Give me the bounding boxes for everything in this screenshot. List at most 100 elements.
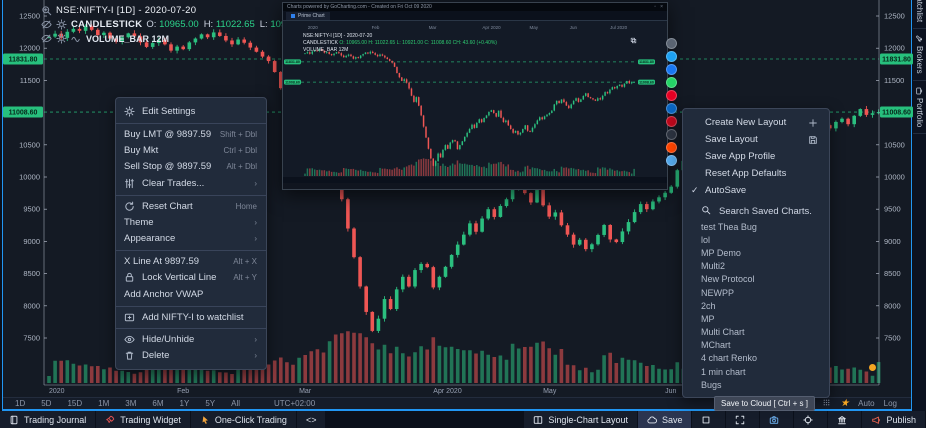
footer-toggle[interactable]: Log xyxy=(884,399,897,408)
indicator-settings-icon[interactable] xyxy=(56,19,67,30)
button-label: <> xyxy=(306,415,317,425)
bottom-bar-button[interactable]: Single-Chart Layout xyxy=(524,411,638,428)
popup-tab-prime-chart[interactable]: Prime Chart xyxy=(286,12,330,20)
context-menu-item[interactable]: Hide/Unhide › xyxy=(116,328,266,348)
bottom-bar-button[interactable]: Trading Widget xyxy=(96,411,191,428)
sidebar-tab-brokers[interactable]: Brokers xyxy=(913,29,926,81)
saved-chart-item[interactable]: 1 min chart xyxy=(683,365,829,378)
saved-chart-item[interactable]: MP Demo xyxy=(683,246,829,259)
context-menu-item[interactable]: Appearance › xyxy=(116,231,266,248)
wrench-icon xyxy=(915,35,924,43)
layout-menu-item[interactable]: Save App Profile xyxy=(683,148,829,165)
layout-menu-item[interactable]: Reset App Defaults xyxy=(683,165,829,182)
sidebar-tab-portfolio[interactable]: Portfolio xyxy=(913,81,926,134)
context-menu-item[interactable]: Sell Stop @ 9897.59 Alt + Dbl xyxy=(116,159,266,176)
timeframe-button[interactable]: All xyxy=(223,399,248,408)
saved-charts-search[interactable]: Search Saved Charts. xyxy=(683,202,829,220)
hide-volume-icon[interactable] xyxy=(41,33,52,44)
share-button-8[interactable] xyxy=(666,142,677,153)
saved-chart-item[interactable]: New Protocol xyxy=(683,273,829,286)
share-button-7[interactable] xyxy=(666,129,677,140)
menu-item-label: Lock Vertical Line xyxy=(142,272,233,283)
timeframe-button[interactable]: 3M xyxy=(117,399,144,408)
bottom-bar-button[interactable]: Publish xyxy=(862,411,926,428)
footer-toggle[interactable]: Auto xyxy=(858,399,874,408)
svg-text:8000: 8000 xyxy=(884,301,901,310)
svg-text:Apr 2020: Apr 2020 xyxy=(433,388,462,395)
timeframe-button[interactable]: 15D xyxy=(59,399,90,408)
popup-ohlc: O: 10965.00 H: 11022.65 L: 10921.00 C: 1… xyxy=(339,40,497,46)
popup-indicator: CANDLESTICK xyxy=(303,40,338,46)
timeframe-button[interactable]: 1M xyxy=(90,399,117,408)
bottom-bar-button[interactable]: <> xyxy=(297,411,327,428)
saved-chart-item[interactable]: Bugs xyxy=(683,378,829,391)
bottom-bar-button[interactable] xyxy=(692,411,726,428)
bottom-bar-button[interactable] xyxy=(794,411,828,428)
context-menu-item[interactable]: Buy Mkt Ctrl + Dbl xyxy=(116,142,266,159)
saved-chart-item[interactable]: Multi2 xyxy=(683,260,829,273)
button-icon xyxy=(871,415,881,425)
menu-item-shortcut: Alt + Dbl xyxy=(227,162,257,171)
share-button-2[interactable] xyxy=(666,64,677,75)
context-menu-item[interactable]: X Line At 9897.59 Alt + X xyxy=(116,250,266,270)
context-menu-item[interactable]: Theme › xyxy=(116,214,266,231)
footer-icon: ★ xyxy=(840,399,849,408)
layout-menu-item[interactable]: ✓ AutoSave xyxy=(683,182,829,199)
timeframe-button[interactable]: 6M xyxy=(144,399,171,408)
saved-chart-item[interactable]: MP xyxy=(683,312,829,325)
saved-chart-item[interactable]: NEWPP xyxy=(683,286,829,299)
share-button-6[interactable] xyxy=(666,116,677,127)
timeframe-button[interactable]: 5D xyxy=(33,399,59,408)
menu-item-label: Theme xyxy=(124,217,254,228)
saved-chart-item[interactable]: Multi Chart xyxy=(683,326,829,339)
context-menu-item[interactable]: Add Anchor VWAP xyxy=(116,286,266,303)
ohlc-key: O: xyxy=(146,19,156,30)
zoom-indicator-icon[interactable] xyxy=(41,5,52,16)
menu-item-label: Add NIFTY-I to watchlist xyxy=(142,312,257,323)
share-button-4[interactable] xyxy=(666,90,677,101)
share-button-5[interactable] xyxy=(666,103,677,114)
footer-toggle[interactable]: ★ xyxy=(840,399,849,408)
button-icon xyxy=(533,415,543,425)
menu-item-right-icon xyxy=(808,135,818,145)
timeframe-button[interactable]: 1Y xyxy=(172,399,198,408)
share-button-0[interactable] xyxy=(666,38,677,49)
context-menu-item[interactable]: Buy LMT @ 9897.59 Shift + Dbl xyxy=(116,123,266,143)
share-button-3[interactable] xyxy=(666,77,677,88)
bottom-bar-button[interactable] xyxy=(726,411,760,428)
copy-icon[interactable] xyxy=(630,31,637,49)
bottom-left-group: Trading Journal Trading Widget One-Click… xyxy=(0,411,326,428)
timezone-selector[interactable]: UTC+02:00 xyxy=(274,399,315,408)
timeframe-button[interactable]: 1D xyxy=(7,399,33,408)
popup-close-icon[interactable]: × xyxy=(660,4,663,10)
timeframe-button[interactable]: 5Y xyxy=(197,399,223,408)
context-menu-item[interactable]: Lock Vertical Line Alt + Y xyxy=(116,270,266,287)
volume-settings-icon[interactable] xyxy=(56,33,67,44)
saved-chart-item[interactable]: test Thea Bug xyxy=(683,220,829,233)
bottom-bar-button[interactable] xyxy=(760,411,794,428)
svg-text:10000: 10000 xyxy=(19,173,40,182)
hide-indicator-icon[interactable] xyxy=(41,19,52,30)
context-menu-item[interactable]: Edit Settings xyxy=(116,103,266,120)
share-button-1[interactable] xyxy=(666,51,677,62)
popup-minimize-icon[interactable]: ▫ xyxy=(654,4,656,10)
share-button-9[interactable] xyxy=(666,155,677,166)
bottom-bar-button[interactable]: Save xyxy=(638,411,693,428)
context-menu-item[interactable]: Reset Chart Home xyxy=(116,195,266,215)
layout-menu-item[interactable]: Create New Layout xyxy=(683,114,829,131)
footer-toggle[interactable] xyxy=(822,398,831,409)
sidebar-tab-watchlist[interactable]: Watchlist xyxy=(913,0,926,29)
saved-chart-item[interactable]: 4 chart Renko xyxy=(683,352,829,365)
bottom-bar-button[interactable] xyxy=(828,411,862,428)
saved-chart-item[interactable]: MChart xyxy=(683,339,829,352)
context-menu-item[interactable]: Delete › xyxy=(116,348,266,365)
saved-charts-list: test Thea BuglolMP DemoMulti2New Protoco… xyxy=(683,220,829,391)
bottom-bar-button[interactable]: Trading Journal xyxy=(0,411,96,428)
svg-text:Apr 2020: Apr 2020 xyxy=(482,25,501,30)
saved-chart-item[interactable]: lol xyxy=(683,233,829,246)
layout-menu-item[interactable]: Save Layout xyxy=(683,131,829,148)
context-menu-item[interactable]: Clear Trades... › xyxy=(116,175,266,192)
context-menu-item[interactable]: Add NIFTY-I to watchlist xyxy=(116,306,266,326)
saved-chart-item[interactable]: 2ch xyxy=(683,299,829,312)
bottom-bar-button[interactable]: One-Click Trading xyxy=(191,411,297,428)
